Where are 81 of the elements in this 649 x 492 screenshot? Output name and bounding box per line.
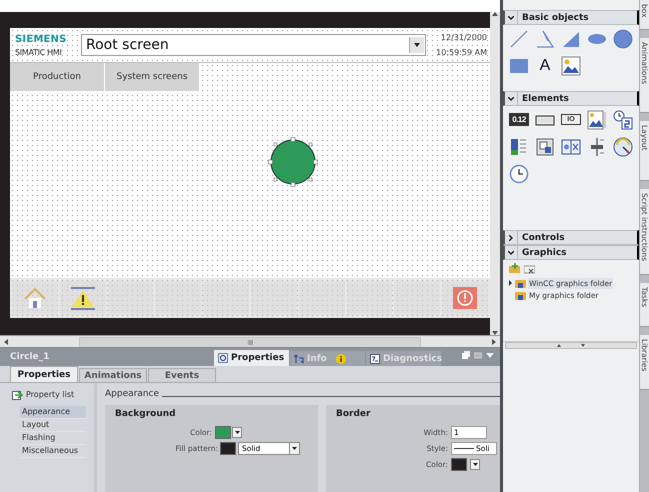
circle-icon[interactable]: [613, 29, 633, 49]
restore-icon[interactable]: [462, 351, 470, 359]
info-badge-icon: [336, 354, 346, 364]
color-swatch[interactable]: [220, 442, 236, 454]
folder-icon: [515, 290, 526, 300]
section-header[interactable]: Graphics: [503, 245, 639, 260]
caret-icon: [472, 462, 478, 466]
delete-folder-icon[interactable]: [524, 263, 535, 274]
product-label: SIMATIC HMI: [15, 48, 63, 56]
rectangle-icon[interactable]: [509, 56, 529, 76]
caret-icon: [234, 430, 240, 434]
property-list-label: Property list: [26, 390, 74, 399]
switch-icon[interactable]: [535, 137, 555, 157]
group-title: Background: [115, 409, 177, 419]
time-label: 10:59:59 AM: [436, 48, 487, 57]
menu-caret-icon[interactable]: [486, 351, 494, 359]
category-item[interactable]: Flashing: [20, 432, 86, 445]
book-icon[interactable]: [561, 137, 581, 157]
brand-logo: SIEMENS: [15, 34, 68, 44]
dropdown-button[interactable]: [289, 442, 299, 454]
dropdown-button[interactable]: [232, 426, 242, 438]
category-item[interactable]: Miscellaneous: [20, 445, 86, 458]
power-icon: [453, 287, 478, 309]
properties-icon: [218, 353, 228, 363]
vertical-scrollbar[interactable]: [490, 12, 500, 335]
scrollbar[interactable]: [505, 342, 637, 349]
dropdown-button[interactable]: [470, 458, 480, 470]
line-icon[interactable]: [509, 29, 529, 49]
function-key[interactable]: [12, 281, 58, 315]
function-key[interactable]: [442, 281, 488, 315]
chevron-down-icon: [508, 96, 514, 100]
date-label: 12/31/2000: [440, 33, 487, 42]
circle-object[interactable]: [268, 136, 318, 186]
text-tool[interactable]: A: [535, 56, 555, 76]
color-swatch[interactable]: [215, 426, 231, 438]
category-item[interactable]: Layout: [20, 419, 86, 432]
scroll-left-icon: [4, 339, 8, 345]
function-key[interactable]: [60, 281, 106, 315]
grip-icon: [248, 340, 252, 344]
new-folder-icon[interactable]: [509, 263, 520, 274]
clock-calendar-icon[interactable]: [613, 110, 633, 130]
info-arrows-icon: [294, 354, 304, 364]
diagnostics-icon: [370, 354, 380, 364]
polyline-icon[interactable]: [535, 29, 555, 49]
clock-icon[interactable]: [509, 164, 529, 184]
section-header[interactable]: Elements: [503, 91, 639, 106]
scroll-down-icon: [581, 344, 585, 347]
chevron-down-icon: [508, 250, 514, 254]
section-header[interactable]: Basic objects: [503, 10, 639, 25]
maximize-icon[interactable]: [474, 351, 482, 359]
section-title: Appearance: [105, 389, 160, 399]
property-list-icon: [12, 389, 23, 400]
chevron-down-icon: [508, 16, 514, 20]
house-icon: [22, 286, 47, 310]
scroll-up-icon: [492, 12, 498, 16]
io-field-tool[interactable]: 0.12: [509, 113, 529, 126]
color-swatch[interactable]: [451, 458, 467, 470]
nav-button[interactable]: Production: [10, 63, 105, 91]
scroll-up-icon: [557, 344, 561, 347]
bar-graph-icon[interactable]: [509, 137, 529, 157]
properties-tab[interactable]: Animations: [79, 368, 147, 382]
picture-icon[interactable]: [561, 56, 581, 76]
horizontal-scrollbar[interactable]: [0, 335, 500, 348]
properties-tab[interactable]: Events: [148, 368, 216, 382]
inspector-tab[interactable]: Properties: [214, 350, 289, 366]
category-item[interactable]: Appearance: [20, 406, 86, 419]
picture-list-icon[interactable]: [587, 110, 607, 130]
chevron-right-icon: [509, 234, 513, 240]
scroll-right-icon: [492, 339, 496, 345]
object-name: Circle_1: [10, 352, 50, 362]
gauge-icon[interactable]: [613, 137, 633, 157]
warning-icon: [70, 286, 96, 310]
folder-icon: [515, 278, 526, 288]
nav-button[interactable]: System screens: [105, 63, 200, 91]
triangle-icon[interactable]: [561, 29, 581, 49]
caret-icon: [292, 446, 297, 450]
group-title: Border: [336, 409, 372, 419]
properties-tab[interactable]: Properties: [10, 366, 78, 382]
dropdown-caret-icon: [414, 43, 420, 47]
screen-selector[interactable]: Root screen: [81, 34, 426, 56]
section-header[interactable]: Controls: [503, 230, 639, 245]
